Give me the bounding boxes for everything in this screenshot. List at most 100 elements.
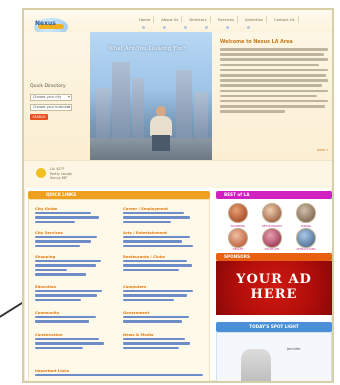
best-item-restaurants-image[interactable] [262, 203, 282, 223]
link-line[interactable] [35, 342, 104, 345]
category-title[interactable]: Construction [35, 332, 115, 337]
spotlight-photo[interactable] [241, 349, 271, 381]
link-line[interactable] [35, 212, 91, 215]
link-line[interactable] [35, 338, 99, 341]
important-links-title: Important Links [35, 368, 69, 373]
category-title[interactable]: News & Media [123, 332, 203, 337]
link-line[interactable] [123, 240, 183, 243]
search-button[interactable]: SEARCH [30, 114, 48, 120]
link-line[interactable] [123, 346, 179, 350]
link-line[interactable] [35, 346, 83, 350]
link-line[interactable] [123, 264, 192, 267]
text-line [220, 73, 326, 77]
link-line[interactable] [35, 316, 96, 319]
nav-contact[interactable]: Contact Us [271, 16, 299, 23]
link-line[interactable] [123, 216, 191, 219]
category-city-guide: City Guide [35, 206, 115, 225]
link-line[interactable] [123, 260, 187, 263]
link-line[interactable] [35, 374, 203, 377]
best-item-shopping-image[interactable] [228, 203, 248, 223]
category-title[interactable]: Restaurants / Clubs [123, 254, 203, 259]
best-item-label[interactable]: ATTRACTIONS [295, 247, 317, 251]
category-title[interactable]: Career / Employment [123, 206, 203, 211]
weather-info: LA: 62°F Partly cloudy Sunny 88° [50, 167, 72, 181]
category-title[interactable]: Government [123, 310, 203, 315]
text-line [220, 58, 328, 61]
link-line[interactable] [35, 294, 98, 297]
website-page: Nexus Business Directory for the LA Area… [22, 8, 334, 383]
city-select[interactable]: Choose your city [30, 94, 72, 101]
best-item-health-image[interactable] [228, 228, 248, 248]
best-item-label[interactable]: NIGHTLIFE [261, 247, 283, 251]
category-computers: Computers [123, 284, 203, 303]
top-navigation: Home About Us Directory Services Adverti… [136, 16, 299, 23]
link-line[interactable] [35, 290, 103, 293]
link-line[interactable] [123, 268, 179, 272]
link-line[interactable] [123, 290, 194, 293]
link-line[interactable] [35, 216, 99, 219]
nav-home[interactable]: Home [136, 16, 155, 23]
link-line[interactable] [35, 273, 87, 276]
link-line[interactable] [123, 320, 183, 323]
text-line [220, 89, 328, 93]
nav-about[interactable]: About Us [158, 16, 183, 23]
hero-image: What Are You Looking For? [90, 32, 212, 160]
building-shape [132, 78, 144, 140]
ad-banner[interactable]: YOUR AD HERE [216, 261, 332, 315]
category-title[interactable]: Education [35, 284, 115, 289]
link-line[interactable] [123, 220, 171, 224]
best-item-attractions-image[interactable] [296, 228, 316, 248]
link-line[interactable] [35, 298, 82, 302]
best-item-nightlife-image[interactable] [262, 228, 282, 248]
ad-line-1: YOUR AD [236, 272, 312, 287]
link-line[interactable] [35, 220, 75, 224]
link-line[interactable] [123, 236, 191, 239]
link-line[interactable] [35, 320, 90, 323]
nav-dot-icon [163, 26, 166, 29]
link-line[interactable] [35, 244, 80, 248]
hero-headline: What Are You Looking For? [108, 46, 186, 52]
nav-directory[interactable]: Directory [186, 16, 211, 23]
category-education: Education [35, 284, 115, 303]
spotlight-panel: Jennifer [216, 332, 332, 381]
category-title[interactable]: City Services [35, 230, 115, 235]
link-line[interactable] [123, 212, 184, 215]
category-news: News & Media [123, 332, 203, 351]
nav-advertise[interactable]: Advertise [242, 16, 267, 23]
business-select[interactable]: Choose your business [30, 104, 72, 111]
category-career: Career / Employment [123, 206, 203, 225]
more-link[interactable]: more » [317, 148, 328, 152]
category-title[interactable]: Shopping [35, 254, 115, 259]
category-title[interactable]: Arts / Entertainment [123, 230, 203, 235]
link-line[interactable] [123, 294, 187, 297]
link-line[interactable] [123, 298, 175, 302]
link-line[interactable] [35, 268, 67, 272]
nav-dot-icon [226, 26, 229, 29]
link-line[interactable] [35, 260, 101, 263]
spotlight-name[interactable]: Jennifer [287, 347, 301, 351]
text-line [220, 63, 320, 67]
welcome-title: Welcome to Nexus LA Area [220, 40, 293, 45]
category-title[interactable]: Community [35, 310, 115, 315]
category-restaurants: Restaurants / Clubs [123, 254, 203, 273]
ad-line-2: HERE [250, 287, 298, 302]
weather-strip: LA: 62°F Partly cloudy Sunny 88° [24, 160, 332, 188]
welcome-panel: Welcome to Nexus LA Area more » [212, 32, 332, 160]
nav-services[interactable]: Services [215, 16, 238, 23]
link-line[interactable] [35, 264, 96, 267]
category-title[interactable]: Computers [123, 284, 203, 289]
link-line[interactable] [123, 342, 191, 345]
nav-dot-icon [142, 26, 145, 29]
category-government: Government [123, 310, 203, 325]
best-item-dining-image[interactable] [296, 203, 316, 223]
building-shape [112, 62, 130, 140]
link-line[interactable] [35, 236, 98, 239]
best-item-label[interactable]: HEALTH [227, 247, 249, 251]
link-line[interactable] [123, 244, 194, 248]
category-title[interactable]: City Guide [35, 206, 115, 211]
sponsors-header: SPONSORS [216, 253, 332, 261]
link-line[interactable] [123, 338, 186, 341]
text-line [220, 53, 324, 56]
link-line[interactable] [123, 316, 189, 319]
link-line[interactable] [35, 240, 91, 243]
